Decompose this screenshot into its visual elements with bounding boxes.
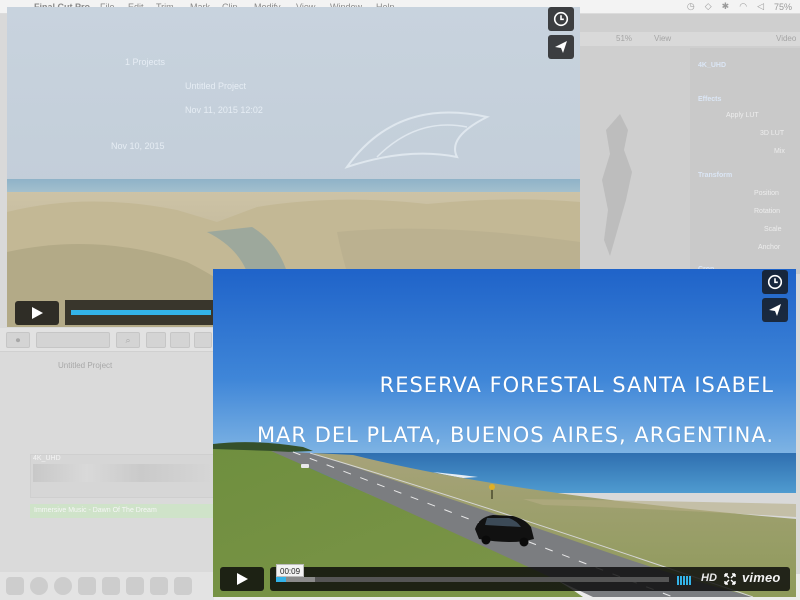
timecode-tooltip: 00:09 (276, 564, 305, 577)
search-field[interactable] (36, 332, 110, 348)
play-icon (32, 307, 43, 319)
share-button[interactable] (548, 35, 574, 59)
vimeo-logo[interactable]: vimeo (742, 570, 781, 585)
watch-later-button[interactable] (548, 7, 574, 31)
clip-filmstrip (33, 464, 213, 482)
volume-icon[interactable]: ◁ (757, 1, 764, 12)
timeline-toolbar: ⏺ ⌕ (0, 328, 214, 352)
search-icon[interactable]: ⌕ (116, 332, 140, 348)
dock-app-icon[interactable] (102, 577, 120, 595)
wifi-icon[interactable]: ◠ (739, 1, 747, 12)
dock-app-icon[interactable] (6, 577, 24, 595)
inspector-transform[interactable]: Transform (698, 172, 732, 179)
timeline-music-clip[interactable]: Immersive Music - Dawn Of The Dream (30, 504, 214, 518)
fullscreen-icon[interactable] (724, 573, 736, 585)
watch-later-button[interactable] (762, 270, 788, 294)
overlay-event-date: Nov 10, 2015 (111, 141, 165, 151)
inspector-rotation[interactable]: Rotation (754, 208, 780, 215)
progress-bar[interactable] (276, 577, 669, 582)
video-title-line-1: Reserva Forestal Santa Isabel (379, 373, 774, 397)
volume-bar (683, 576, 685, 585)
dock-app-icon[interactable] (30, 577, 48, 595)
tool-button-3[interactable] (194, 332, 212, 348)
fcp-logo-watermark (344, 111, 490, 169)
overlay-project-name: Untitled Project (185, 81, 247, 91)
inspector-anchor[interactable]: Anchor (758, 244, 780, 251)
control-bar: HD vimeo (270, 567, 790, 591)
inspector-effects[interactable]: Effects (698, 96, 721, 103)
battery-percent: 75% (773, 1, 792, 12)
paper-plane-icon (555, 41, 567, 53)
status-tray: ◷ ◇ ✱ ◠ ◁ 75% (687, 1, 792, 12)
road-sign (489, 484, 495, 490)
inspector-mix[interactable]: Mix (774, 148, 785, 155)
volume-bar (686, 576, 688, 585)
vimeo-video-player[interactable]: Reserva Forestal Santa Isabel Mar del Pl… (213, 269, 796, 597)
dock (0, 572, 214, 600)
music-clip-label: Immersive Music - Dawn Of The Dream (34, 507, 157, 514)
voiceover-button[interactable]: ⏺ (6, 332, 30, 348)
overlay-project-date: Nov 11, 2015 12:02 (185, 105, 263, 115)
volume-bar (680, 576, 682, 585)
video-tab[interactable]: Video (776, 34, 796, 43)
paper-plane-icon (769, 304, 781, 316)
play-icon (237, 573, 248, 585)
inspector-scale[interactable]: Scale (764, 226, 782, 233)
hd-toggle[interactable]: HD (701, 572, 717, 584)
dock-app-icon[interactable] (54, 577, 72, 595)
background-progress-fill (71, 310, 211, 315)
overlay-projects-header: 1 Projects (125, 57, 166, 67)
distant-car (301, 464, 309, 468)
dock-app-icon[interactable] (126, 577, 144, 595)
inspector-3d-lut[interactable]: 3D LUT (760, 130, 784, 137)
bluetooth-icon[interactable]: ✱ (722, 1, 730, 12)
timeline-project-title: Untitled Project (58, 361, 113, 370)
clock-icon (767, 274, 783, 290)
beach-sky: 1 Projects Untitled Project Nov 11, 2015… (7, 7, 580, 187)
dock-app-icon[interactable] (78, 577, 96, 595)
timeline-clip-label: 4K_UHD (33, 455, 61, 462)
inspector-clip-name: 4K_UHD (698, 62, 727, 69)
tool-button-2[interactable] (170, 332, 190, 348)
viewer-toolbar: 51% View Video (580, 32, 800, 46)
video-title-line-2: Mar del Plata, Buenos Aires, Argentina. (256, 423, 774, 447)
inspector-panel: 4K_UHD Effects Apply LUT 3D LUT Mix Tran… (690, 48, 800, 274)
share-button[interactable] (762, 298, 788, 322)
zoom-level[interactable]: 51% (616, 34, 632, 43)
dock-app-icon[interactable] (174, 577, 192, 595)
volume-control[interactable] (677, 574, 691, 585)
timeline-video-clip[interactable]: 4K_UHD (30, 454, 214, 498)
inspector-apply-lut[interactable]: Apply LUT (726, 112, 759, 119)
tool-button-1[interactable] (146, 332, 166, 348)
background-play-button[interactable] (15, 301, 59, 325)
volume-bar (677, 576, 679, 585)
view-menu[interactable]: View (654, 34, 671, 43)
dropbox-icon[interactable]: ◇ (705, 1, 712, 12)
clock-icon (553, 11, 569, 27)
volume-bar (689, 576, 691, 585)
map-outline-graphic (602, 114, 632, 256)
inspector-position[interactable]: Position (754, 190, 779, 197)
play-button[interactable] (220, 567, 264, 591)
time-machine-icon[interactable]: ◷ (687, 1, 695, 12)
dock-app-icon[interactable] (150, 577, 168, 595)
